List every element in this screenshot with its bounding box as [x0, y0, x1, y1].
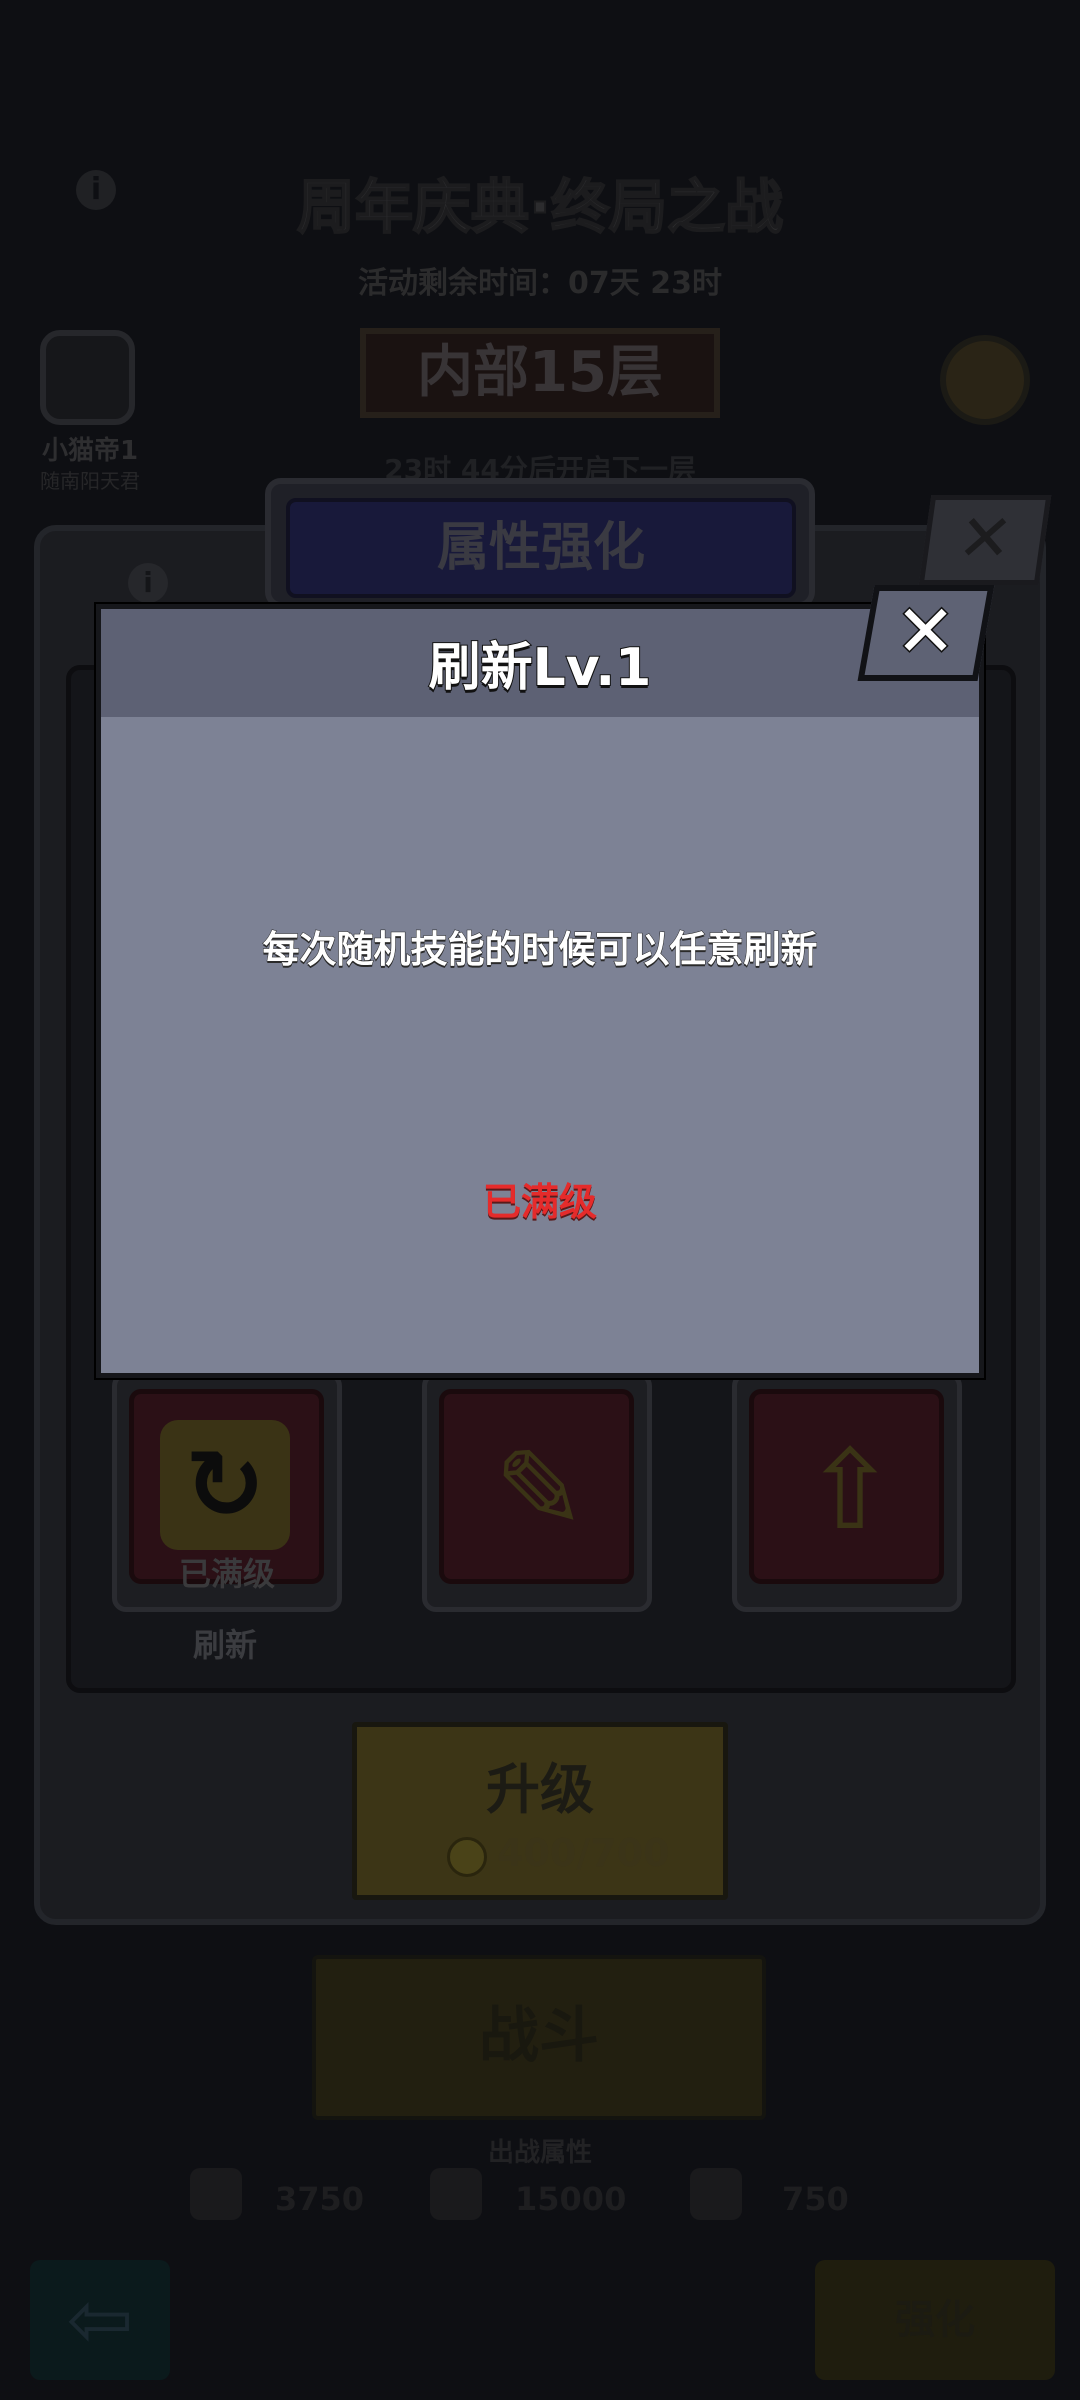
panel-title: 属性强化 — [286, 498, 796, 598]
panel-info-icon[interactable]: i — [128, 563, 168, 603]
skill-card-frame: ⇧ — [749, 1389, 944, 1584]
skill-card-frame: ✎ — [439, 1389, 634, 1584]
battle-button[interactable]: 战斗 — [312, 1955, 766, 2120]
arrow-up-icon: ⇧ — [803, 1426, 897, 1554]
stat-defense: 750 — [782, 2180, 849, 2218]
skill-label-refresh: 刷新 — [192, 1626, 257, 1664]
panel-close-icon[interactable]: ✕ — [918, 495, 1052, 585]
dialog-title: 刷新Lv.1 — [428, 637, 653, 699]
stat-health: 15000 — [515, 2180, 627, 2218]
avatar[interactable] — [40, 330, 135, 425]
upgrade-cost: 400/700 — [497, 1831, 670, 1875]
close-icon: ✕ — [894, 588, 957, 675]
refresh-icon: ↻ — [184, 1429, 266, 1541]
coin-icon — [447, 1837, 487, 1877]
defense-icon — [690, 2168, 742, 2220]
floor-banner: 内部15层 — [360, 328, 720, 418]
dialog-status: 已满级 — [482, 1180, 597, 1224]
event-remaining-time: 活动剩余时间：07天 23时 — [358, 266, 722, 301]
dialog-header: 刷新Lv.1 — [101, 609, 979, 717]
skill-card-refresh[interactable]: ↻ 已满级 — [112, 1372, 342, 1612]
attack-icon — [190, 2168, 242, 2220]
coin-icon[interactable] — [940, 335, 1030, 425]
health-icon — [430, 2168, 482, 2220]
skill-card-2[interactable]: ✎ — [422, 1372, 652, 1612]
upgrade-label: 升级 — [486, 1758, 594, 1821]
skill-status: 已满级 — [178, 1555, 275, 1593]
strengthen-button[interactable]: 强化 — [815, 2260, 1055, 2380]
stat-attack: 3750 — [275, 2180, 365, 2218]
back-arrow-icon: ⇦ — [66, 2273, 134, 2366]
battle-attributes-label: 出战属性 — [487, 2138, 592, 2168]
dialog-description: 每次随机技能的时候可以任意刷新 — [262, 928, 818, 972]
skill-card-3[interactable]: ⇧ — [732, 1372, 962, 1612]
close-button[interactable]: ✕ — [857, 585, 995, 685]
skill-info-dialog: 刷新Lv.1 每次随机技能的时候可以任意刷新 已满级 — [96, 604, 984, 1378]
event-title: 周年庆典·终局之战 — [296, 172, 784, 242]
pencil-icon: ✎ — [493, 1426, 587, 1554]
back-button[interactable]: ⇦ — [30, 2260, 170, 2380]
upgrade-button[interactable]: 升级 400/700 — [352, 1722, 728, 1900]
